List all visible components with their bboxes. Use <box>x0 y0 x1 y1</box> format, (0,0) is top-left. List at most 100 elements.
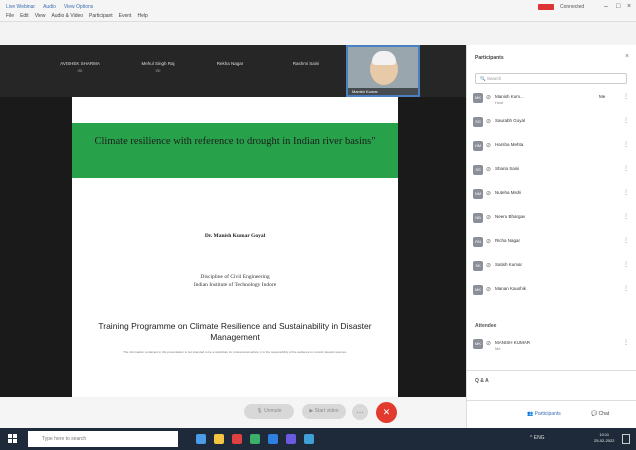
people-icon: 👥 <box>527 411 535 417</box>
windows-taskbar: Type here to search ^ ENG 10:11 25-02-20… <box>0 428 636 450</box>
chat-tab[interactable]: 💬 Chat <box>591 411 609 417</box>
video-tile-sub: ISI <box>77 68 83 73</box>
browser-icon[interactable] <box>232 434 242 444</box>
title-tab[interactable]: View Options <box>64 4 93 10</box>
unmute-button[interactable]: 🎙 Unmute <box>244 404 294 419</box>
avatar: RN <box>473 237 483 247</box>
windows-start-icon[interactable] <box>8 434 18 444</box>
avatar: NM <box>473 189 483 199</box>
list-item[interactable]: MK ⊘ Manish Kum... Host Me ⋮ <box>473 89 631 109</box>
list-item[interactable]: RN ⊘ Richa Nagar ⋮ <box>473 233 631 253</box>
menu-participant[interactable]: Participant <box>89 13 113 19</box>
leave-meeting-button[interactable]: ✕ <box>376 402 397 423</box>
participant-more-icon[interactable]: ⋮ <box>623 339 629 346</box>
participant-name: MANISH KUMAR <box>495 340 531 345</box>
list-item[interactable]: SK ⊘ Satish Kumar ⋮ <box>473 257 631 277</box>
taskbar-clock[interactable]: 10:11 25-02-2022 <box>594 432 614 444</box>
task-view-icon[interactable] <box>196 434 206 444</box>
microphone-icon: ⊘ <box>486 143 492 149</box>
menu-bar: File Edit View Audio & Video Participant… <box>6 13 148 19</box>
minimize-icon[interactable]: – <box>604 3 608 10</box>
avatar: SS <box>473 165 483 175</box>
participant-name: Saurabh Goyal <box>495 118 526 123</box>
list-item[interactable]: HM ⊘ Harsha Mehta ⋮ <box>473 137 631 157</box>
menu-event[interactable]: Event <box>119 13 132 19</box>
participant-search-input[interactable]: 🔍 Search <box>475 73 627 84</box>
connection-status[interactable]: Connected <box>560 4 584 10</box>
participant-more-icon[interactable]: ⋮ <box>623 93 629 100</box>
participant-more-icon[interactable]: ⋮ <box>623 165 629 172</box>
participant-name: Manish Kum... <box>495 94 524 99</box>
menu-help[interactable]: Help <box>137 13 147 19</box>
participant-role: Me <box>495 346 501 351</box>
panel-tab-bar: 👥 Participants 💬 Chat <box>467 400 636 428</box>
meeting-app-icon[interactable] <box>304 434 314 444</box>
participant-name: Manan Kaushik <box>495 286 527 291</box>
slide-title: Climate resilience with reference to dro… <box>94 136 376 147</box>
participant-more-icon[interactable]: ⋮ <box>623 261 629 268</box>
microphone-icon: ⊘ <box>486 95 492 101</box>
more-options-button[interactable]: … <box>352 404 368 420</box>
self-video[interactable]: Manish Kumar <box>346 45 420 97</box>
menu-edit[interactable]: Edit <box>20 13 29 19</box>
start-video-button[interactable]: ▶ Start video <box>302 404 346 419</box>
panel-title: Participants <box>475 55 504 61</box>
title-tab[interactable]: Live Webinar <box>6 4 35 10</box>
close-panel-icon[interactable]: × <box>625 53 629 60</box>
video-tile[interactable]: Rekha Nagar <box>200 61 260 66</box>
avatar: HM <box>473 141 483 151</box>
file-explorer-icon[interactable] <box>214 434 224 444</box>
participant-more-icon[interactable]: ⋮ <box>623 237 629 244</box>
taskbar-search-input[interactable]: Type here to search <box>28 431 178 447</box>
microphone-icon: ⊘ <box>486 287 492 293</box>
participant-name: Sharia Saini <box>495 166 520 171</box>
video-tile-name: Rekha Nagar <box>216 61 244 66</box>
qa-section[interactable]: Q & A <box>467 370 636 392</box>
app-icon[interactable] <box>286 434 296 444</box>
microphone-icon: ⊘ <box>486 119 492 125</box>
video-tile[interactable]: Rashmi Saini <box>276 61 336 66</box>
list-item[interactable]: SS ⊘ Sharia Saini ⋮ <box>473 161 631 181</box>
close-icon[interactable]: × <box>627 3 631 10</box>
participants-panel: Participants × 🔍 Search MK ⊘ Manish Kum...… <box>466 45 636 428</box>
avatar: SK <box>473 261 483 271</box>
video-tile-name: Rashmi Saini <box>292 61 320 66</box>
list-item[interactable]: NB ⊘ Neeru Bhargav ⋮ <box>473 209 631 229</box>
participant-name: Nuteha Mishi <box>495 190 522 195</box>
participant-name: Satish Kumar <box>495 262 523 267</box>
microphone-icon: ⊘ <box>486 341 492 347</box>
avatar: MK <box>473 93 483 103</box>
menu-view[interactable]: View <box>35 13 46 19</box>
participant-more-icon[interactable]: ⋮ <box>623 285 629 292</box>
list-item[interactable]: NM ⊘ Nuteha Mishi ⋮ <box>473 185 631 205</box>
store-icon[interactable] <box>250 434 260 444</box>
presentation-slide: Climate resilience with reference to dro… <box>72 97 398 397</box>
list-item[interactable]: SG ⊘ Saurabh Goyal ⋮ <box>473 113 631 133</box>
participant-more-icon[interactable]: ⋮ <box>623 213 629 220</box>
title-tab[interactable]: Audio <box>43 4 56 10</box>
video-tile[interactable]: AVISHEK SHARMA ISI <box>50 61 110 73</box>
attendee-section-header[interactable]: Attendee <box>475 323 496 329</box>
list-item[interactable]: MK ⊘ Manan Kaushik ⋮ <box>473 281 631 301</box>
menu-audio-video[interactable]: Audio & Video <box>51 13 83 19</box>
microphone-icon: 🎙 <box>256 408 265 414</box>
list-item[interactable]: MK ⊘ MANISH KUMAR Me ⋮ <box>473 335 631 355</box>
participant-name: Neeru Bhargav <box>495 214 526 219</box>
mail-icon[interactable] <box>268 434 278 444</box>
slide-programme: Training Programme on Climate Resilience… <box>98 321 372 342</box>
recording-indicator[interactable] <box>538 4 554 10</box>
menu-file[interactable]: File <box>6 13 14 19</box>
participants-tab[interactable]: 👥 Participants <box>527 411 561 417</box>
avatar: MK <box>473 285 483 295</box>
participant-name: Richa Nagar <box>495 238 521 243</box>
notification-icon[interactable] <box>622 434 630 444</box>
title-bar: Live Webinar Audio View Options File Edi… <box>0 0 636 22</box>
participant-more-icon[interactable]: ⋮ <box>623 189 629 196</box>
maximize-icon[interactable]: □ <box>616 3 620 10</box>
video-tile[interactable]: Mehul Singh Raj ISI <box>128 61 188 73</box>
participant-more-icon[interactable]: ⋮ <box>623 141 629 148</box>
slide-fine-print: The information contained in this presen… <box>123 350 347 354</box>
avatar: SG <box>473 117 483 127</box>
system-tray[interactable]: ^ ENG <box>530 435 545 441</box>
participant-more-icon[interactable]: ⋮ <box>623 117 629 124</box>
